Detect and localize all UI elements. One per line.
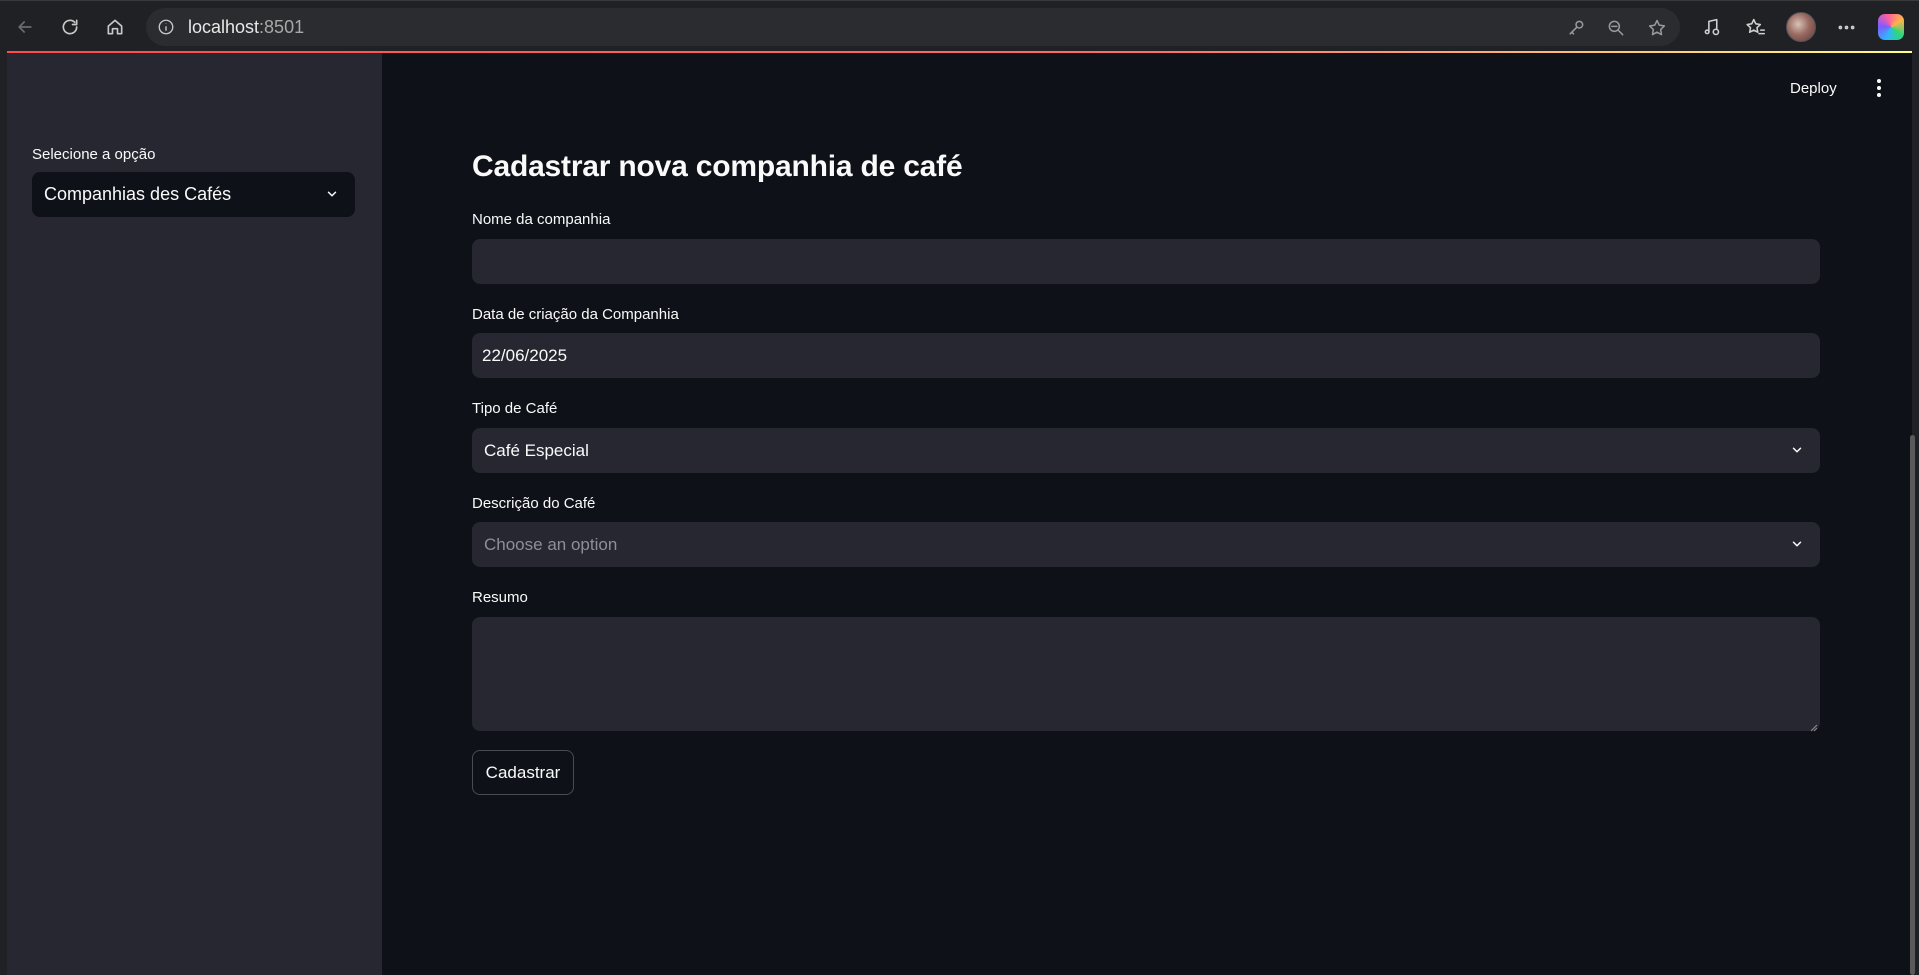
summary-label: Resumo: [472, 589, 528, 606]
resize-handle-icon[interactable]: [1808, 719, 1818, 732]
coffee-description-label: Descrição do Café: [472, 495, 596, 512]
coffee-type-label: Tipo de Café: [472, 400, 558, 417]
submit-button[interactable]: Cadastrar: [472, 750, 574, 795]
more-icon[interactable]: [1832, 13, 1860, 41]
sidebar-option-select[interactable]: Companhias des Cafés: [32, 172, 355, 217]
star-icon[interactable]: [1646, 17, 1668, 39]
deploy-button[interactable]: Deploy: [1790, 80, 1837, 97]
address-bar[interactable]: localhost:8501: [146, 8, 1680, 46]
chevron-down-icon: [324, 186, 340, 202]
chevron-down-icon: [1789, 536, 1805, 552]
favorites-icon[interactable]: [1741, 13, 1769, 41]
url-text[interactable]: localhost:8501: [188, 17, 304, 38]
coffee-type-value: Café Especial: [484, 440, 589, 460]
creation-date-input[interactable]: 22/06/2025: [472, 333, 1820, 378]
media-icon[interactable]: [1697, 13, 1725, 41]
url-port: :8501: [259, 16, 305, 37]
company-name-label: Nome da companhia: [472, 211, 611, 228]
home-icon[interactable]: [101, 13, 129, 41]
sidebar: Selecione a opção Companhias des Cafés: [7, 53, 382, 975]
summary-textarea[interactable]: [472, 617, 1820, 732]
sidebar-select-label: Selecione a opção: [32, 146, 156, 163]
chevron-down-icon: [1789, 442, 1805, 458]
profile-avatar[interactable]: [1786, 12, 1816, 42]
coffee-description-select[interactable]: Choose an option: [472, 522, 1820, 567]
site-info-icon[interactable]: [156, 17, 176, 37]
coffee-type-select[interactable]: Café Especial: [472, 428, 1820, 473]
creation-date-value: 22/06/2025: [482, 345, 568, 365]
reload-icon[interactable]: [56, 13, 84, 41]
main-content: Deploy Cadastrar nova companhia de café …: [382, 53, 1912, 975]
key-icon[interactable]: [1565, 17, 1587, 39]
main-menu-icon[interactable]: [1869, 78, 1889, 98]
browser-toolbar: localhost:8501: [0, 0, 1919, 51]
company-name-input[interactable]: [472, 239, 1820, 284]
window-frame-left: [0, 51, 7, 975]
sidebar-select-value: Companhias des Cafés: [44, 184, 232, 204]
back-icon[interactable]: [11, 13, 39, 41]
page-title: Cadastrar nova companhia de café: [472, 150, 963, 183]
url-host: localhost: [188, 16, 260, 37]
coffee-description-placeholder: Choose an option: [484, 534, 618, 554]
creation-date-label: Data de criação da Companhia: [472, 306, 679, 323]
copilot-icon[interactable]: [1878, 14, 1904, 40]
scrollbar[interactable]: [1910, 435, 1915, 975]
zoom-out-icon[interactable]: [1605, 17, 1627, 39]
